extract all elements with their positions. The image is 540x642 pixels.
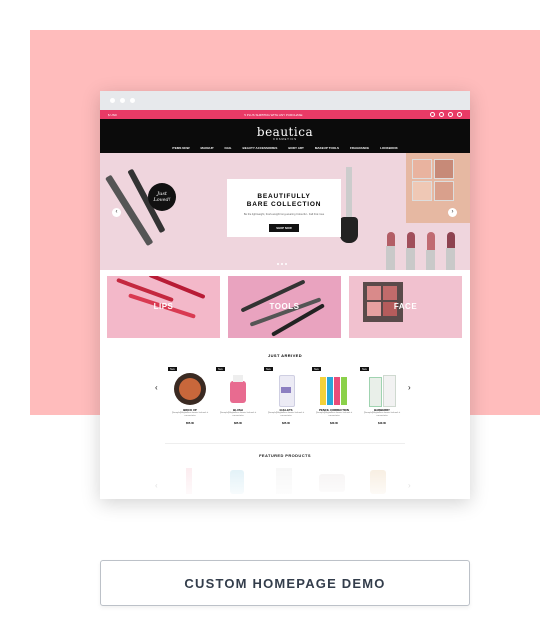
new-badge: New bbox=[168, 367, 177, 371]
promo-text: 5 PLUS SHIPPING WITH ANY PURCHASE bbox=[244, 112, 303, 117]
nav-item[interactable]: BEAUTY ACCESSORIES bbox=[243, 146, 278, 150]
product-description: [Sample]Maybelline dermis lasheek it con… bbox=[219, 412, 257, 417]
user-icon[interactable] bbox=[438, 112, 444, 117]
fade-overlay bbox=[100, 451, 470, 499]
new-badge: New bbox=[360, 367, 369, 371]
product-price: $40.00 bbox=[378, 422, 386, 425]
currency-selector[interactable]: $ USD bbox=[108, 113, 117, 117]
palette-pan bbox=[434, 181, 454, 201]
hero-bubble: Just Loved! bbox=[148, 183, 176, 211]
category-tools[interactable]: TOOLS bbox=[228, 276, 341, 338]
promo-topbar: $ USD 5 PLUS SHIPPING WITH ANY PURCHASE bbox=[100, 110, 470, 119]
category-banners: LIPS TOOLS FACE bbox=[100, 276, 470, 338]
cart-icon[interactable] bbox=[456, 112, 462, 117]
product-price: $65.00 bbox=[234, 422, 242, 425]
product-image bbox=[366, 373, 398, 407]
nav-item[interactable]: NAIL bbox=[225, 146, 232, 150]
chevron-right-icon[interactable]: › bbox=[408, 383, 411, 392]
main-nav: ITEMS NOW MAKEUP NAIL BEAUTY ACCESSORIES… bbox=[100, 146, 470, 150]
palette-pan bbox=[412, 181, 432, 201]
product-image bbox=[174, 373, 206, 405]
nav-item[interactable]: BODY ART bbox=[288, 146, 304, 150]
lipstick-image bbox=[426, 232, 435, 270]
category-label: TOOLS bbox=[269, 302, 300, 311]
hero-slider: Just Loved! BEAUTIFULLY BARE COLLECTION … bbox=[100, 153, 470, 270]
shop-now-button[interactable]: SHOP NOW bbox=[269, 224, 299, 232]
store-logo[interactable]: beautica bbox=[100, 125, 470, 139]
palette-pan bbox=[412, 159, 432, 179]
product-image bbox=[270, 373, 302, 407]
product-description: [Sample]Maybelline dermis lasheek it con… bbox=[363, 412, 401, 417]
product-card[interactable]: New BLUSH [Sample]Maybelline dermis lash… bbox=[216, 367, 260, 433]
search-icon[interactable] bbox=[429, 112, 435, 117]
nav-item[interactable]: MAKEUP bbox=[201, 146, 214, 150]
lipstick-image bbox=[446, 232, 455, 270]
hero-title: BEAUTIFULLY BARE COLLECTION bbox=[227, 193, 341, 209]
product-description: [Sample]Maybelline dermis lasheek it con… bbox=[315, 412, 353, 417]
hero-description: Be the lightweight, fresh-weight long-we… bbox=[243, 213, 325, 216]
browser-chrome bbox=[100, 91, 470, 110]
category-label: FACE bbox=[393, 302, 418, 311]
hero-title-line: BEAUTIFULLY bbox=[257, 193, 311, 200]
lipstick-image bbox=[386, 232, 395, 270]
slider-dots[interactable] bbox=[277, 263, 287, 265]
category-label: LIPS bbox=[153, 302, 174, 311]
nav-item[interactable]: MAKEUP TOOLS bbox=[315, 146, 339, 150]
product-image bbox=[318, 373, 350, 405]
nav-item[interactable]: FRAGRANCE bbox=[350, 146, 369, 150]
product-card[interactable]: New PENCIL CORRECTION [Sample]Maybelline… bbox=[312, 367, 356, 433]
chevron-left-icon[interactable]: ‹ bbox=[112, 208, 121, 217]
site-header: beautica COSMETICS ITEMS NOW MAKEUP NAIL… bbox=[100, 119, 470, 153]
chevron-left-icon[interactable]: ‹ bbox=[155, 383, 158, 392]
window-dot bbox=[130, 98, 135, 103]
product-description: [Sample]Maybelline dermis lasheek it con… bbox=[267, 412, 305, 417]
new-badge: New bbox=[216, 367, 225, 371]
custom-homepage-demo-button[interactable]: CUSTOM HOMEPAGE DEMO bbox=[100, 560, 470, 606]
product-description: [Sample]Maybelline dermis lasheek it con… bbox=[171, 412, 209, 417]
product-price: $55.00 bbox=[186, 422, 194, 425]
category-face[interactable]: FACE bbox=[349, 276, 462, 338]
product-card[interactable]: New GULLETS [Sample]Maybelline dermis la… bbox=[264, 367, 308, 433]
new-badge: New bbox=[312, 367, 321, 371]
product-card[interactable]: New BARBERRY [Sample]Maybelline dermis l… bbox=[360, 367, 404, 433]
window-dot bbox=[110, 98, 115, 103]
nav-item[interactable]: ITEMS NOW bbox=[172, 146, 189, 150]
brush-head-image bbox=[340, 217, 358, 243]
brush-handle-image bbox=[346, 167, 352, 223]
lipstick-image bbox=[406, 232, 415, 270]
product-price: $30.00 bbox=[330, 422, 338, 425]
palette-pan bbox=[434, 159, 454, 179]
product-image bbox=[222, 373, 254, 405]
new-badge: New bbox=[264, 367, 273, 371]
product-card[interactable]: New BRICK UP [Sample]Maybelline dermis l… bbox=[168, 367, 212, 433]
hero-title-line: BARE COLLECTION bbox=[246, 201, 322, 208]
section-divider bbox=[165, 443, 405, 444]
heart-icon[interactable] bbox=[447, 112, 453, 117]
category-lips[interactable]: LIPS bbox=[107, 276, 220, 338]
nav-item[interactable]: LOOKBOOK bbox=[380, 146, 398, 150]
eyeshadow-palette-image bbox=[406, 153, 470, 223]
just-arrived-title: JUST ARRIVED bbox=[268, 353, 302, 358]
store-logo-sub: COSMETICS bbox=[273, 138, 297, 141]
browser-preview-window: $ USD 5 PLUS SHIPPING WITH ANY PURCHASE … bbox=[100, 91, 470, 499]
window-dot bbox=[120, 98, 125, 103]
hero-caption-box: BEAUTIFULLY BARE COLLECTION Be the light… bbox=[227, 179, 341, 237]
product-price: $25.00 bbox=[282, 422, 290, 425]
chevron-right-icon[interactable]: › bbox=[448, 208, 457, 217]
